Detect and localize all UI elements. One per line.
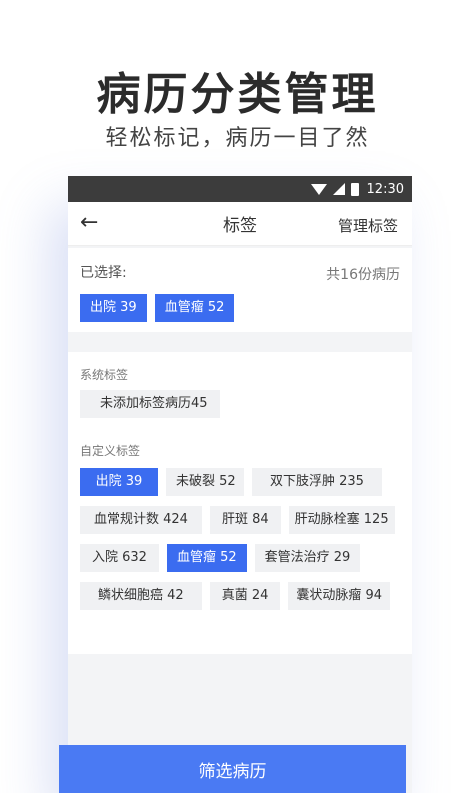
status-bar: 12:30 bbox=[68, 176, 412, 202]
record-count: 共16份病历 bbox=[326, 267, 400, 283]
tag-chip[interactable]: 未破裂 52 bbox=[166, 468, 244, 496]
promo-subtitle: 轻松标记，病历一目了然 bbox=[105, 126, 370, 151]
tag-chip[interactable]: 血常规计数 424 bbox=[80, 506, 202, 534]
phone-screen: 12:30 ← 标签 管理标签 已选择: 共16份病历 出院 39 血管瘤 52… bbox=[68, 176, 412, 793]
signal-icon bbox=[332, 183, 345, 195]
wifi-icon bbox=[310, 183, 327, 195]
selected-chip[interactable]: 血管瘤 52 bbox=[154, 294, 235, 322]
tag-chip[interactable]: 出院 39 bbox=[80, 468, 158, 496]
system-tags-label: 系统标签 bbox=[80, 368, 129, 382]
tag-chip[interactable]: 真菌 24 bbox=[209, 582, 281, 610]
tag-chip[interactable]: 双下肢浮肿 235 bbox=[252, 468, 382, 496]
custom-tags-row: 血常规计数 424 肝斑 84 肝动脉栓塞 125 bbox=[80, 506, 395, 534]
tag-chip[interactable]: 入院 632 bbox=[80, 544, 159, 572]
custom-tags-row: 出院 39 未破裂 52 双下肢浮肿 235 bbox=[80, 468, 382, 496]
tag-chip[interactable]: 肝斑 84 bbox=[209, 506, 281, 534]
tags-panel: 系统标签 未添加标签病历45 自定义标签 出院 39 未破裂 52 双下肢浮肿 … bbox=[68, 352, 412, 654]
tag-chip[interactable]: 未添加标签病历45 bbox=[80, 390, 220, 418]
battery-icon bbox=[350, 182, 359, 196]
tag-chip[interactable]: 肝动脉栓塞 125 bbox=[288, 506, 395, 534]
tag-chip[interactable]: 血管瘤 52 bbox=[166, 544, 247, 572]
custom-tags-row: 鳞状细胞癌 42 真菌 24 囊状动脉瘤 94 bbox=[80, 582, 391, 610]
selected-label: 已选择: bbox=[80, 265, 127, 281]
system-tags-row: 未添加标签病历45 bbox=[80, 390, 220, 418]
selected-chips: 出院 39 血管瘤 52 bbox=[80, 294, 235, 322]
tag-chip[interactable]: 囊状动脉瘤 94 bbox=[288, 582, 391, 610]
filter-records-button[interactable]: 筛选病历 bbox=[59, 745, 406, 793]
selected-chip[interactable]: 出院 39 bbox=[80, 294, 147, 322]
tag-chip[interactable]: 鳞状细胞癌 42 bbox=[80, 582, 202, 610]
nav-bar: ← 标签 管理标签 bbox=[68, 202, 412, 246]
custom-tags-label: 自定义标签 bbox=[80, 444, 141, 458]
tag-chip[interactable]: 套管法治疗 29 bbox=[254, 544, 361, 572]
manage-tags-button[interactable]: 管理标签 bbox=[338, 215, 398, 236]
selected-section: 已选择: 共16份病历 出院 39 血管瘤 52 bbox=[68, 248, 412, 332]
promo-title: 病历分类管理 bbox=[96, 69, 379, 120]
custom-tags-row: 入院 632 血管瘤 52 套管法治疗 29 bbox=[80, 544, 361, 572]
status-time: 12:30 bbox=[366, 181, 404, 197]
